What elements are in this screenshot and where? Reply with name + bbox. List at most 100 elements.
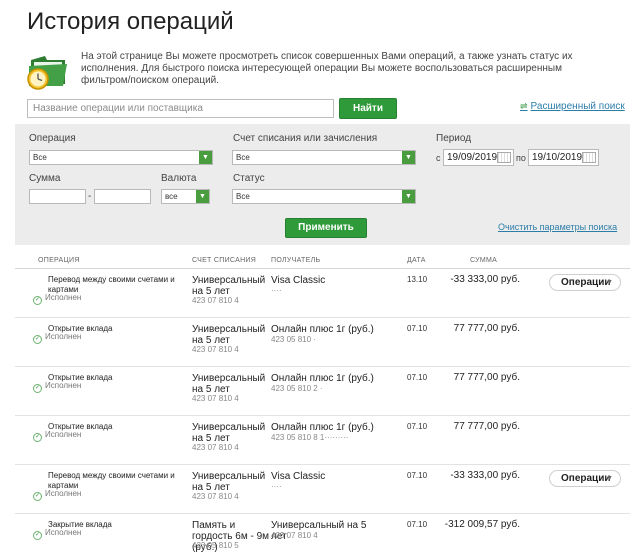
recipient-number: 423 07 810 4 xyxy=(271,531,318,540)
date-from-field[interactable]: 19/09/2019 xyxy=(443,149,514,166)
advanced-search-link[interactable]: ⇌ Расширенный поиск xyxy=(520,101,625,112)
account-number: 423 07 810 4 xyxy=(192,492,239,501)
operation-select-value: Все xyxy=(33,153,47,162)
currency-label: Валюта xyxy=(161,173,197,184)
recipient-name: Онлайн плюс 1г (руб.) xyxy=(271,324,374,335)
operations-button-label: Операции xyxy=(561,473,611,484)
operation-date: 07.10 xyxy=(407,520,428,529)
table-row[interactable]: Перевод между своими счетами и картами ✓… xyxy=(15,465,630,514)
account-number: 423 05 810 5 xyxy=(192,541,239,550)
period-label: Период xyxy=(436,133,472,144)
currency-select[interactable]: все ▼ xyxy=(161,189,210,204)
account-name: Универсальный на 5 лет xyxy=(192,422,266,444)
operation-date: 07.10 xyxy=(407,422,428,431)
recipient-name: Visa Classic xyxy=(271,471,326,482)
date-to-field[interactable]: 19/10/2019 xyxy=(528,149,599,166)
operation-date: 07.10 xyxy=(407,373,428,382)
operation-amount: 77 777,00 руб. xyxy=(453,372,520,383)
table-row[interactable]: Закрытие вклада ✓ Исполнен Память и гордо… xyxy=(15,514,630,560)
chevron-down-icon: ▼ xyxy=(196,190,209,203)
operation-amount: -33 333,00 руб. xyxy=(450,274,520,285)
table-row[interactable]: Открытие вклада ✓ Исполнен Универсальный … xyxy=(15,318,630,367)
filter-icon: ⇌ xyxy=(520,101,528,111)
status-badge: ✓ Исполнен xyxy=(33,489,81,501)
table-row[interactable]: Перевод между своими счетами и картами ✓… xyxy=(15,269,630,318)
operations-dropdown-button[interactable]: Операции ▼ xyxy=(549,470,621,487)
recipient-name: Онлайн плюс 1г (руб.) xyxy=(271,422,374,433)
chevron-down-icon: ▼ xyxy=(606,279,613,286)
find-button[interactable]: Найти xyxy=(339,98,397,119)
check-icon: ✓ xyxy=(33,433,42,442)
chevron-down-icon: ▼ xyxy=(199,151,212,164)
account-number: 423 07 810 4 xyxy=(192,443,239,452)
operation-date: 07.10 xyxy=(407,471,428,480)
column-header-recipient: ПОЛУЧАТЕЛЬ xyxy=(271,257,321,264)
status-badge: ✓ Исполнен xyxy=(33,528,81,540)
column-header-operation: ОПЕРАЦИЯ xyxy=(38,257,80,264)
account-name: Универсальный на 5 лет xyxy=(192,471,266,493)
operation-date: 07.10 xyxy=(407,324,428,333)
sum-label: Сумма xyxy=(29,173,61,184)
column-header-amount: СУММА xyxy=(470,257,498,264)
operation-name: Перевод между своими счетами и картами xyxy=(48,471,175,490)
check-icon: ✓ xyxy=(33,296,42,305)
operations-dropdown-button[interactable]: Операции ▼ xyxy=(549,274,621,291)
sum-from-input[interactable] xyxy=(29,189,86,204)
operation-label: Операция xyxy=(29,133,76,144)
recipient-number: ···· xyxy=(271,286,282,295)
column-header-account: СЧЕТ СПИСАНИЯ xyxy=(192,257,257,264)
status-text: Исполнен xyxy=(45,528,82,537)
folder-clock-icon xyxy=(27,56,67,90)
account-name: Универсальный на 5 лет xyxy=(192,275,266,297)
account-number: 423 07 810 4 xyxy=(192,296,239,305)
apply-button[interactable]: Применить xyxy=(285,218,367,238)
chevron-down-icon: ▼ xyxy=(402,151,415,164)
chevron-down-icon: ▼ xyxy=(606,475,613,482)
recipient-number: ···· xyxy=(271,482,282,491)
check-icon: ✓ xyxy=(33,531,42,540)
recipient-number: 423 05 810 8 1········· xyxy=(271,433,349,442)
date-to-value: 19/10/2019 xyxy=(532,152,583,163)
status-text: Исполнен xyxy=(45,430,82,439)
recipient-number: 423 05 810 · xyxy=(271,335,316,344)
check-icon: ✓ xyxy=(33,335,42,344)
date-to-prefix: по xyxy=(516,153,526,163)
intro-text: На этой странице Вы можете просмотреть с… xyxy=(81,51,573,86)
page-title: История операций xyxy=(27,8,234,35)
status-select-value: Все xyxy=(236,192,250,201)
search-input[interactable] xyxy=(27,99,334,118)
operation-name: Перевод между своими счетами и картами xyxy=(48,275,175,294)
status-text: Исполнен xyxy=(45,293,82,302)
operation-amount: -312 009,57 руб. xyxy=(444,519,520,530)
table-row[interactable]: Открытие вклада ✓ Исполнен Универсальный … xyxy=(15,367,630,416)
operation-amount: 77 777,00 руб. xyxy=(453,323,520,334)
calendar-icon[interactable] xyxy=(497,152,511,163)
chevron-down-icon: ▼ xyxy=(402,190,415,203)
account-select-value: Все xyxy=(236,153,250,162)
account-label: Счет списания или зачисления xyxy=(233,133,378,144)
sum-separator: - xyxy=(88,191,92,202)
sum-to-input[interactable] xyxy=(94,189,151,204)
recipient-name: Онлайн плюс 1г (руб.) xyxy=(271,373,374,384)
clear-filters-link[interactable]: Очистить параметры поиска xyxy=(498,222,617,232)
operation-amount: 77 777,00 руб. xyxy=(453,421,520,432)
date-from-value: 19/09/2019 xyxy=(447,152,498,163)
recipient-number: 423 05 810 2 · xyxy=(271,384,323,393)
check-icon: ✓ xyxy=(33,492,42,501)
account-name: Универсальный на 5 лет xyxy=(192,324,266,346)
status-text: Исполнен xyxy=(45,381,82,390)
status-label: Статус xyxy=(233,173,265,184)
date-from-prefix: с xyxy=(436,153,441,163)
status-badge: ✓ Исполнен xyxy=(33,430,81,442)
status-text: Исполнен xyxy=(45,332,82,341)
status-badge: ✓ Исполнен xyxy=(33,381,81,393)
status-badge: ✓ Исполнен xyxy=(33,293,81,305)
table-row[interactable]: Открытие вклада ✓ Исполнен Универсальный … xyxy=(15,416,630,465)
operation-select[interactable]: Все ▼ xyxy=(29,150,213,165)
currency-select-value: все xyxy=(165,192,178,201)
check-icon: ✓ xyxy=(33,384,42,393)
operation-date: 13.10 xyxy=(407,275,428,284)
status-select[interactable]: Все ▼ xyxy=(232,189,416,204)
calendar-icon[interactable] xyxy=(582,152,596,163)
account-select[interactable]: Все ▼ xyxy=(232,150,416,165)
